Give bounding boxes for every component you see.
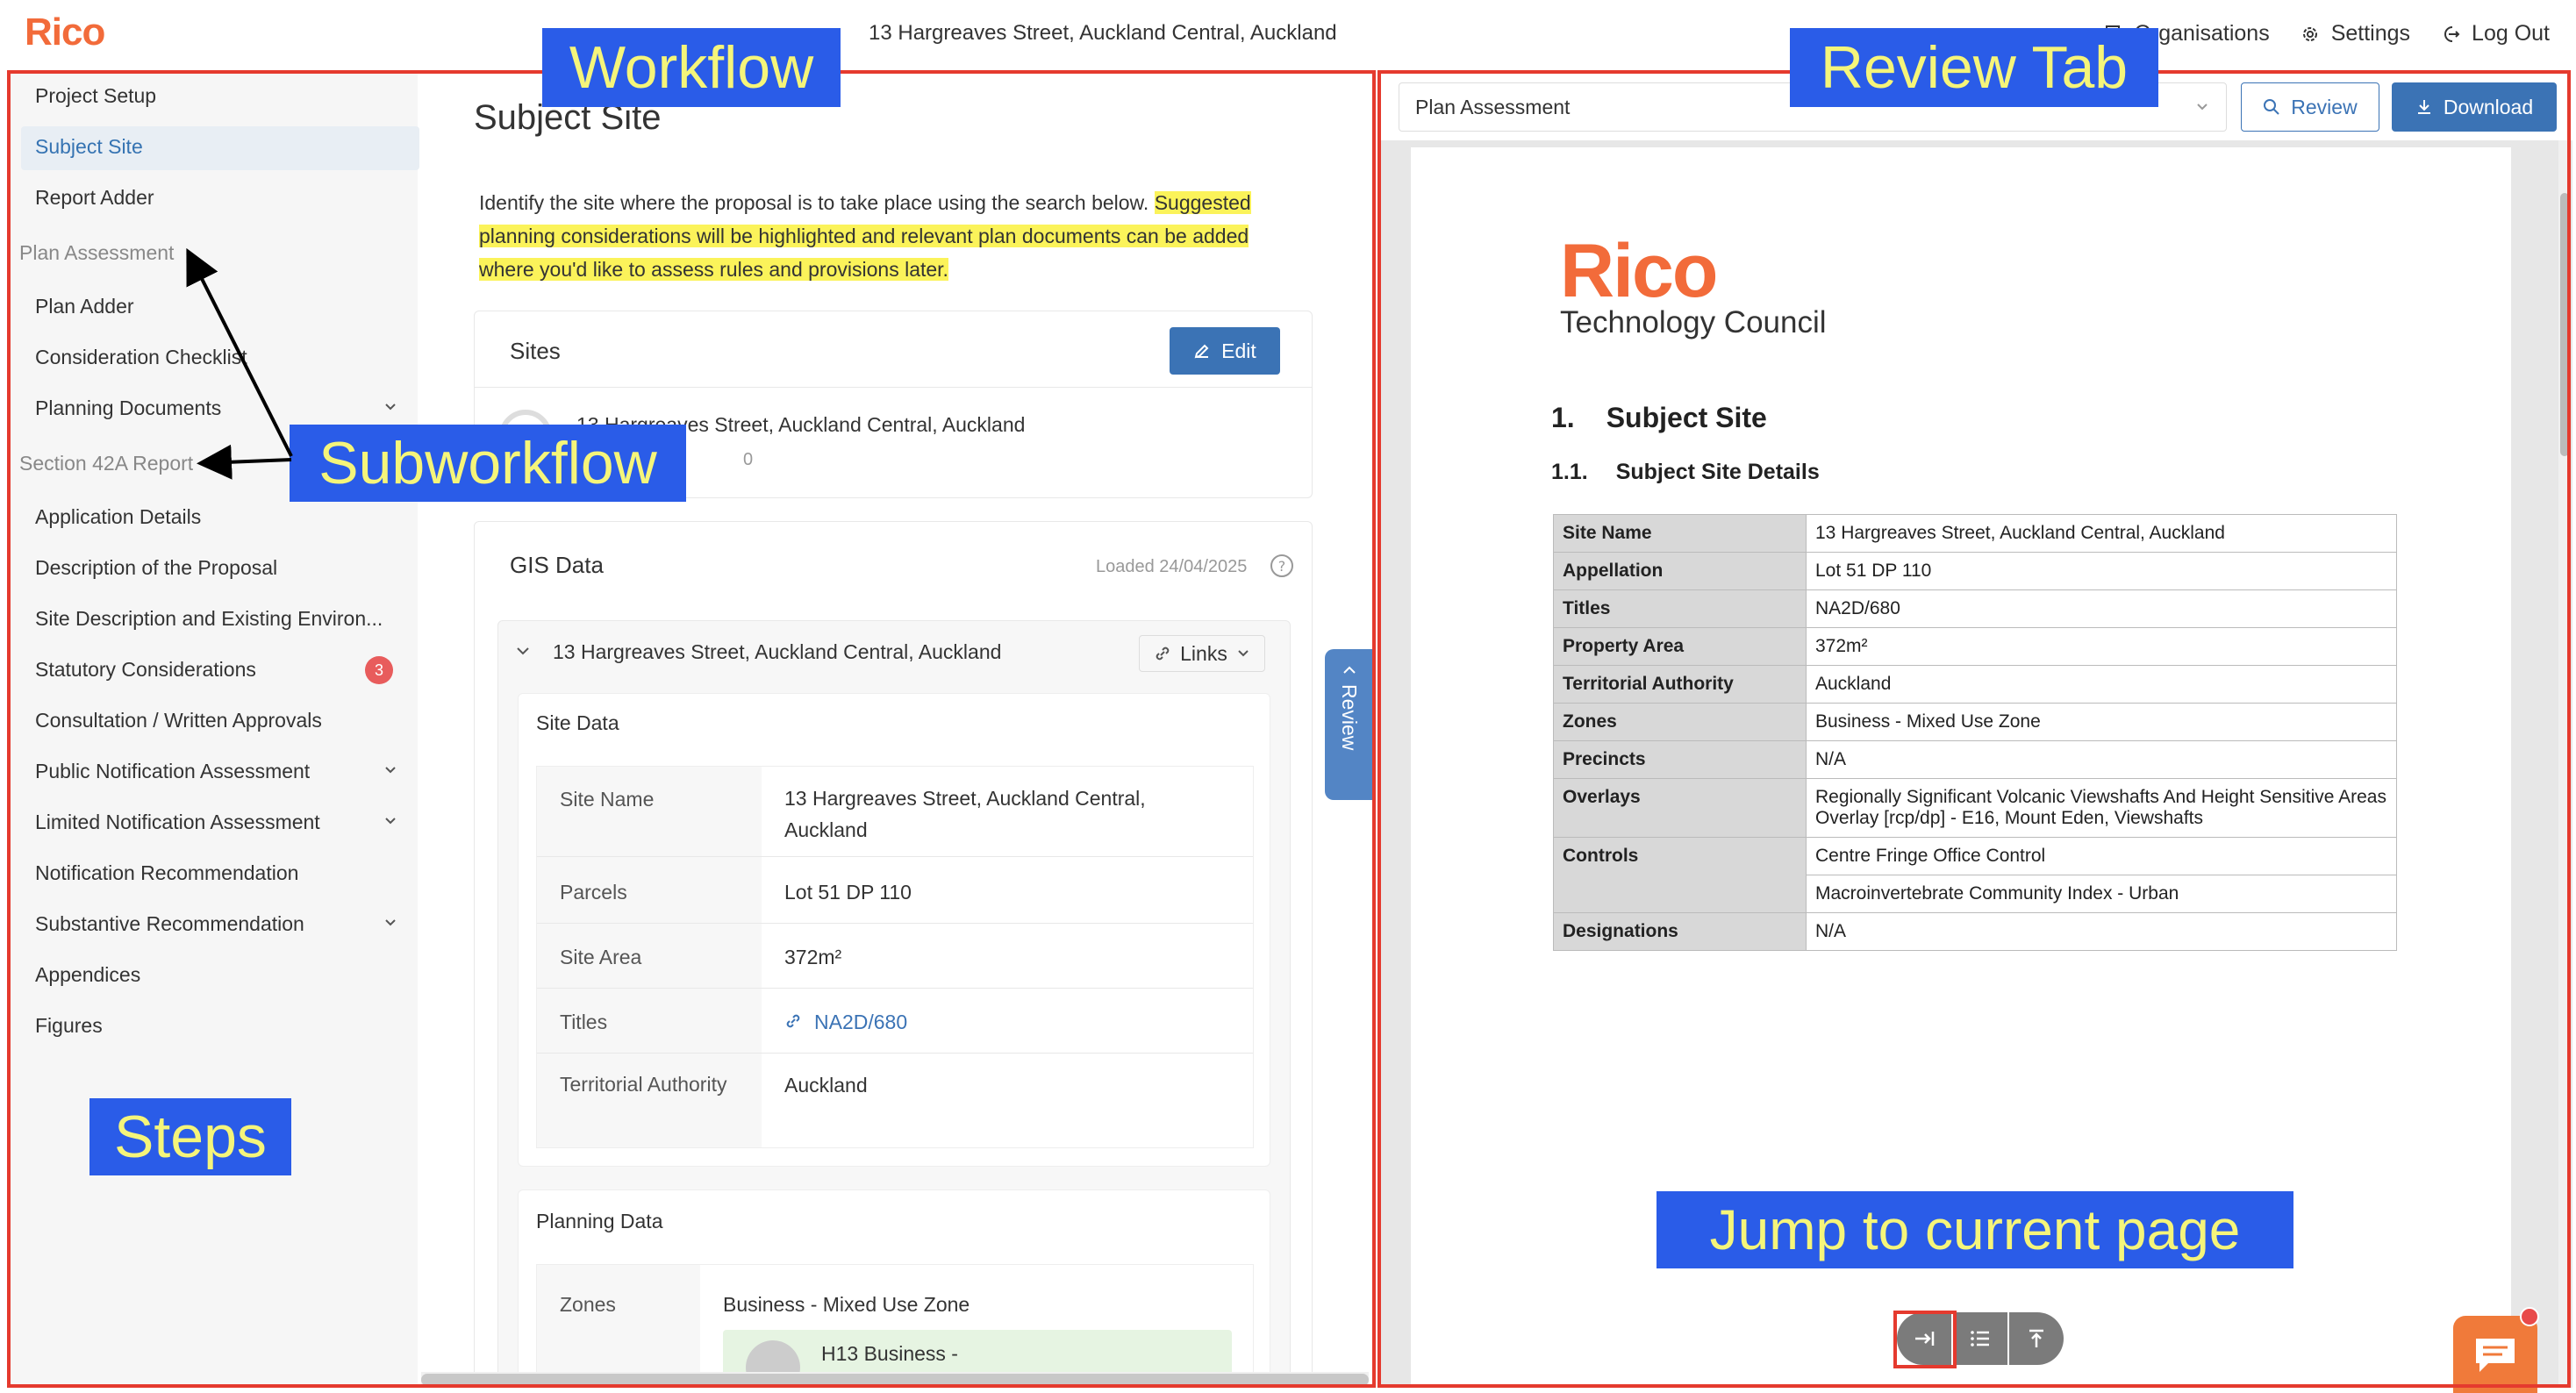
app-logo[interactable]: Rico xyxy=(25,11,105,54)
nav-settings[interactable]: Settings xyxy=(2300,21,2410,46)
nav-label: Settings xyxy=(2330,21,2411,46)
top-bar: Rico 13 Hargreaves Street, Auckland Cent… xyxy=(0,0,2576,70)
callout-steps: Steps xyxy=(89,1098,291,1175)
current-address: 13 Hargreaves Street, Auckland Central, … xyxy=(869,21,1337,45)
nav-logout[interactable]: Log Out xyxy=(2440,21,2550,46)
logout-icon xyxy=(2444,25,2460,42)
workflow-frame xyxy=(7,70,1376,1388)
top-nav: Organisations Settings Log Out xyxy=(2102,21,2550,46)
callout-workflow: Workflow xyxy=(542,28,841,107)
review-frame xyxy=(1377,70,2571,1388)
callout-subworkflow: Subworkflow xyxy=(290,425,686,502)
gear-icon xyxy=(2302,26,2317,41)
jump-button-frame xyxy=(1893,1311,1957,1368)
nav-label: Log Out xyxy=(2472,21,2550,46)
callout-review-tab: Review Tab xyxy=(1790,28,2158,107)
callout-jump-to-current-page: Jump to current page xyxy=(1657,1191,2293,1268)
